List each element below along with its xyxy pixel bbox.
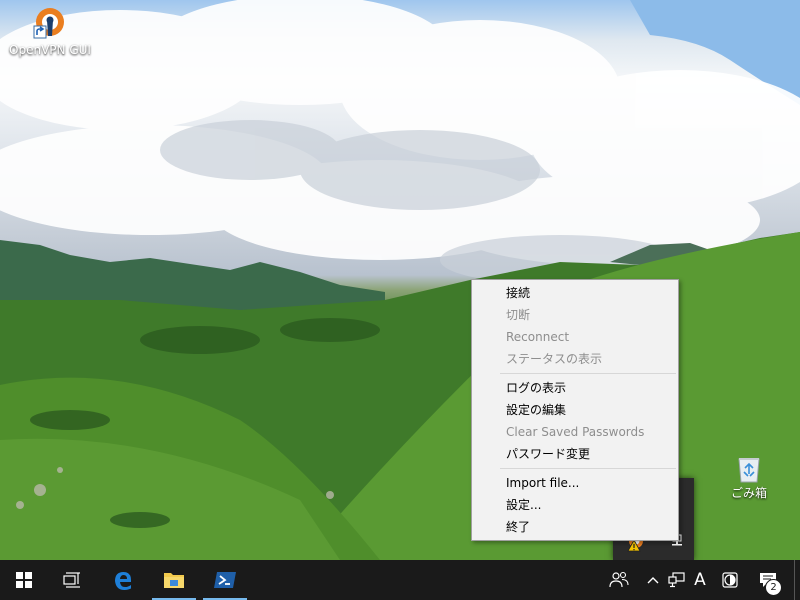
network-button[interactable]: [665, 560, 689, 600]
menu-separator: [500, 468, 676, 469]
menu-item-change-password[interactable]: パスワード変更: [472, 443, 678, 465]
people-icon: [609, 571, 629, 588]
show-hidden-icons-button[interactable]: [643, 560, 663, 600]
start-button[interactable]: [0, 560, 48, 600]
menu-item-settings[interactable]: 設定...: [472, 494, 678, 516]
menu-item-connect[interactable]: 接続: [472, 282, 678, 304]
recycle-bin-icon: [738, 458, 760, 483]
ime-mode-label: A: [694, 570, 706, 590]
edge-button[interactable]: [99, 560, 147, 600]
network-icon: [668, 572, 685, 588]
menu-item-exit[interactable]: 終了: [472, 516, 678, 538]
menu-item-view-log[interactable]: ログの表示: [472, 377, 678, 399]
menu-item-show-status: ステータスの表示: [506, 352, 603, 366]
wallpaper: [0, 0, 800, 560]
openvpn-shortcut-icon: [33, 8, 64, 39]
start-icon: [16, 572, 32, 588]
ime-mode-button[interactable]: A: [689, 560, 711, 600]
recycle-bin-label: ごみ箱: [730, 486, 767, 500]
openvpn-gui-label: OpenVPN GUI: [9, 43, 91, 57]
menu-item-disconnect: 切断: [506, 308, 531, 322]
openvpn-context-menu: 接続 切断 Reconnect ステータスの表示 ログの表示 設定の編集 Cle…: [471, 279, 679, 541]
chevron-up-icon: [647, 577, 659, 584]
taskbar: A: [0, 560, 800, 600]
menu-item-edit-config[interactable]: 設定の編集: [472, 399, 678, 421]
menu-item-import-file[interactable]: Import file...: [472, 472, 678, 494]
menu-item-clear-saved-passwords: Clear Saved Passwords: [506, 425, 645, 439]
ime-options-button[interactable]: [716, 560, 744, 600]
openvpn-gui-shortcut[interactable]: OpenVPN GUI: [8, 6, 92, 60]
recycle-bin[interactable]: ごみ箱: [718, 452, 780, 506]
file-explorer-button[interactable]: [150, 560, 198, 600]
notification-count-badge: 2: [765, 579, 782, 596]
task-view-button[interactable]: [48, 560, 96, 600]
desktop[interactable]: OpenVPN GUI ごみ箱 接続 切断 Reconnect ステータスの表示: [0, 0, 800, 560]
powershell-button[interactable]: [201, 560, 249, 600]
menu-separator: [500, 373, 676, 374]
ime-toggle-icon: [722, 572, 738, 588]
menu-item-reconnect: Reconnect: [506, 330, 570, 344]
people-button[interactable]: [604, 560, 634, 600]
edge-icon: [115, 572, 131, 590]
show-desktop-button[interactable]: [794, 560, 800, 600]
file-explorer-icon: [164, 573, 184, 588]
task-view-icon: [63, 572, 80, 588]
powershell-icon: [214, 572, 236, 588]
